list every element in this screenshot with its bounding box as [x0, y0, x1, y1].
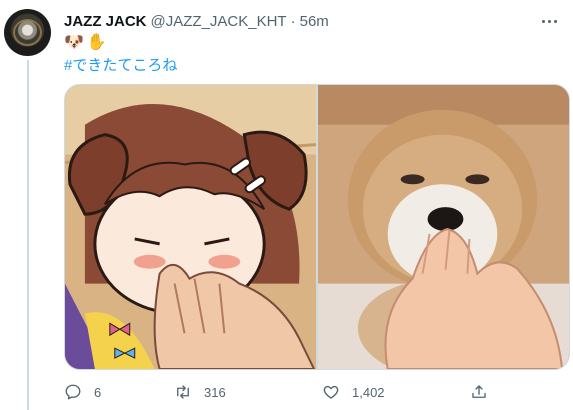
dog-face-emoji: 🐶 — [64, 34, 84, 51]
author-name[interactable]: JAZZ JACK — [64, 13, 147, 30]
raised-hand-emoji: ✋ — [86, 34, 107, 51]
more-options-icon[interactable] — [539, 13, 559, 29]
thread-line — [27, 60, 29, 410]
like-button[interactable]: 1,402 — [322, 383, 385, 401]
reply-icon — [65, 384, 81, 400]
share-button[interactable] — [470, 383, 488, 401]
photo-right-puppy[interactable] — [318, 85, 569, 369]
retweet-button[interactable]: 316 — [174, 383, 226, 401]
retweet-icon — [177, 385, 189, 399]
timestamp[interactable]: 56m — [300, 13, 329, 30]
illustration-graphic — [65, 85, 316, 369]
avatar[interactable] — [4, 9, 51, 56]
tweet-emojis: 🐶 ✋ — [64, 33, 107, 53]
reply-count: 6 — [94, 384, 102, 400]
tweet-header: JAZZ JACK @JAZZ_JACK_KHT · 56m — [64, 11, 559, 31]
photo-left-illustration[interactable] — [65, 85, 316, 369]
author-handle[interactable]: @JAZZ_JACK_KHT — [151, 13, 287, 30]
reply-button[interactable]: 6 — [64, 383, 101, 401]
puppy-graphic — [318, 85, 569, 369]
tweet-actions: 6 316 1,402 — [64, 380, 494, 404]
like-count: 1,402 — [352, 384, 385, 400]
heart-icon — [323, 385, 339, 399]
header-separator: · — [290, 12, 296, 30]
retweet-count: 316 — [204, 384, 226, 400]
hashtag-link[interactable]: #できたてころね — [64, 54, 177, 75]
share-icon — [472, 385, 486, 398]
media-grid — [64, 84, 570, 370]
